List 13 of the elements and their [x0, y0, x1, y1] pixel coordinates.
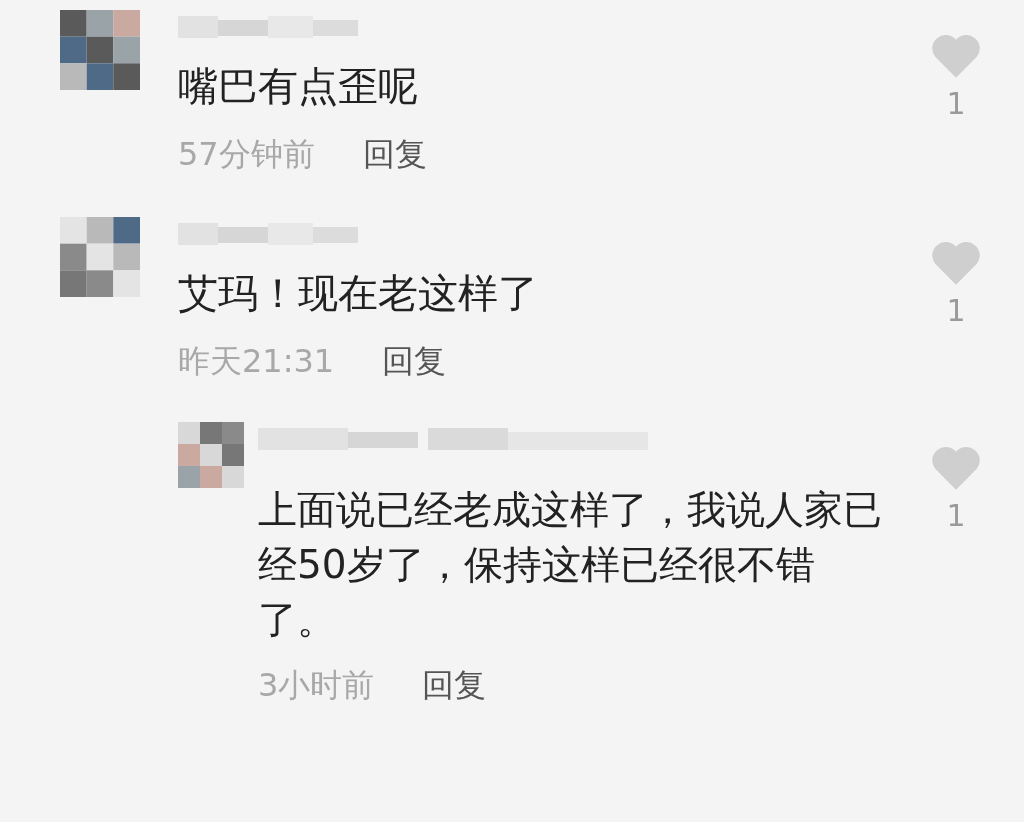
- like-count: 1: [946, 497, 966, 533]
- heart-icon[interactable]: [930, 32, 982, 80]
- reply-link[interactable]: 回复: [382, 338, 447, 384]
- timestamp: 3小时前: [258, 664, 375, 706]
- reply-link[interactable]: 回复: [422, 662, 487, 708]
- like-count: 1: [946, 292, 966, 328]
- like-count: 1: [946, 86, 966, 121]
- timestamp: 昨天21:31: [178, 340, 335, 382]
- reply-text: 上面说已经老成这样了，我说人家已经50岁了，保持这样已经很不错了。: [258, 485, 883, 644]
- comment-text: 嘴巴有点歪呢: [178, 62, 419, 111]
- timestamp: 57分钟前: [178, 134, 315, 175]
- reply-link[interactable]: 回复: [362, 132, 427, 177]
- comment-text: 艾玛！现在老这样了: [178, 268, 539, 318]
